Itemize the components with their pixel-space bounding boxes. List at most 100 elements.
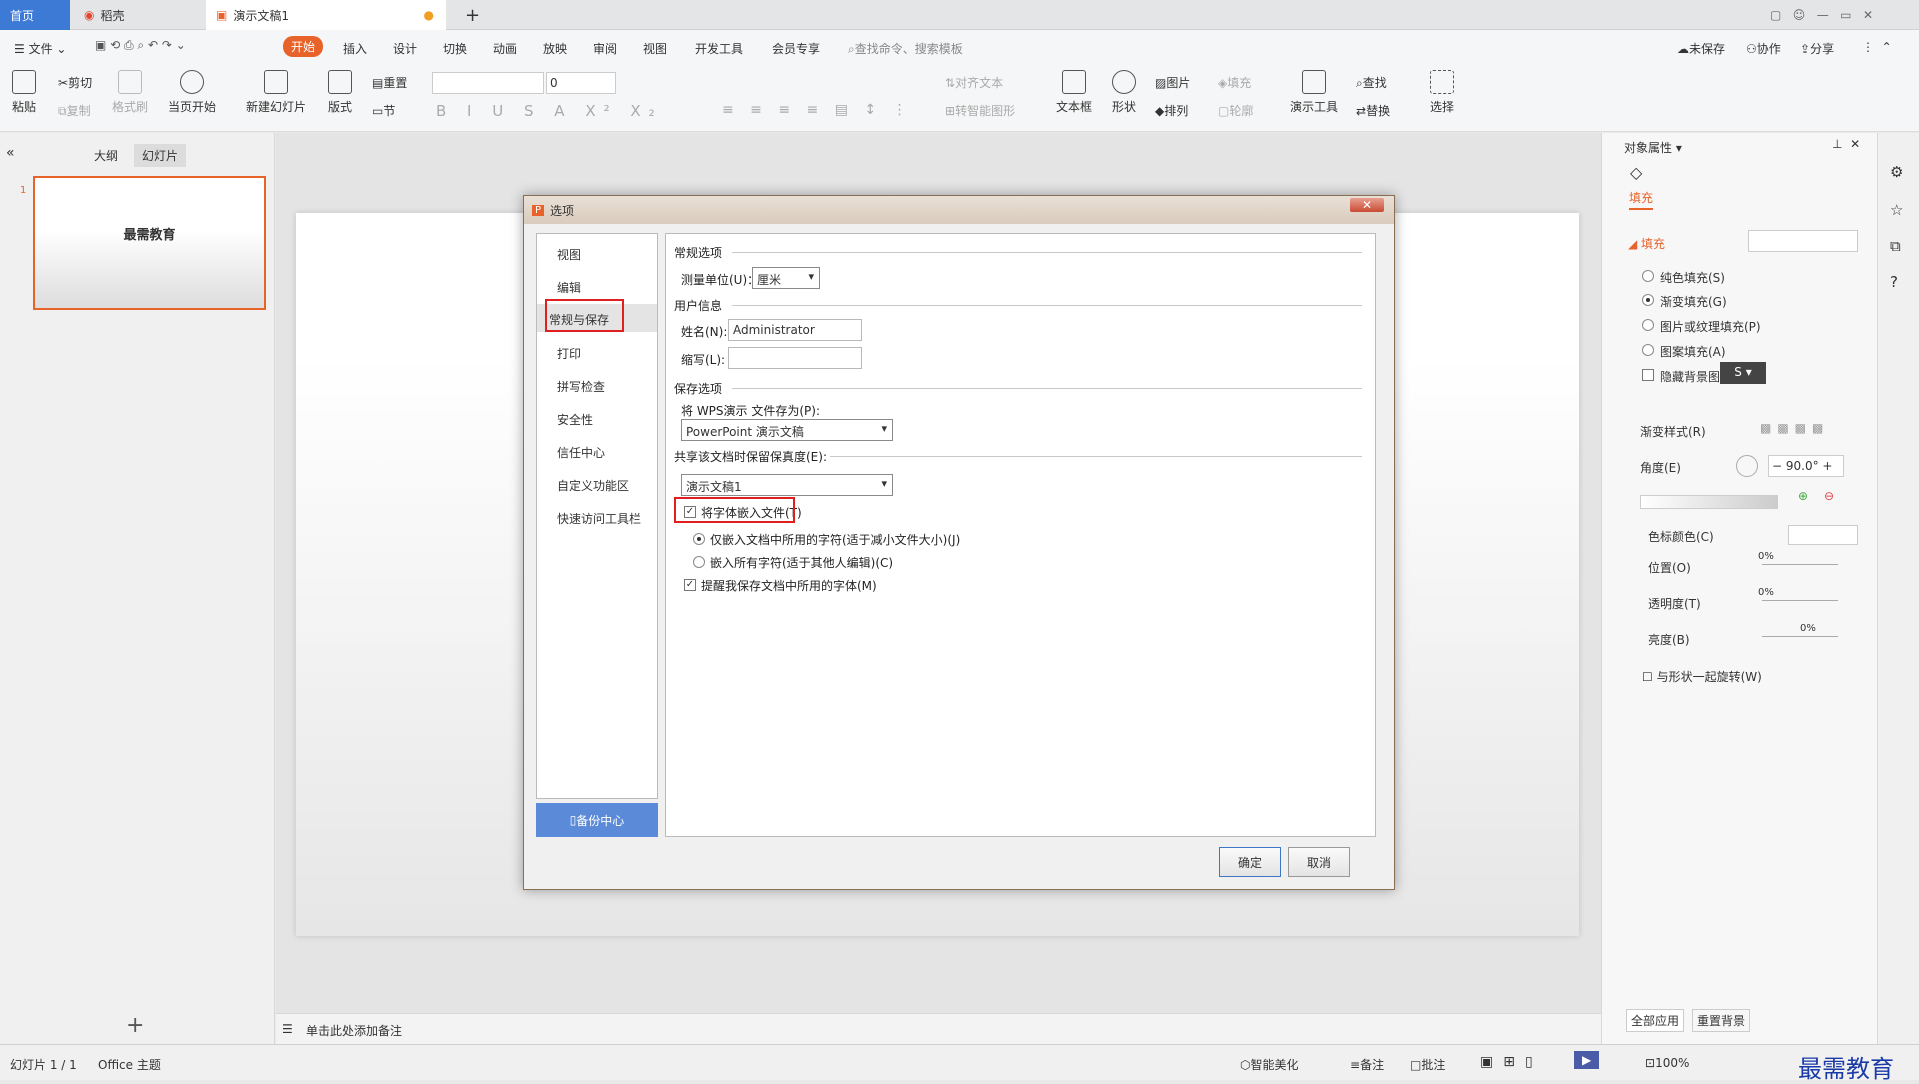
menu-tab-design[interactable]: 设计 [393, 40, 417, 57]
new-tab-button[interactable]: + [455, 0, 480, 30]
unsaved-button[interactable]: ☁未保存 [1677, 40, 1725, 57]
copy-button[interactable]: ⧉复制 [58, 102, 91, 119]
quick-access-icons[interactable]: ▣ ⟲ ⎙ ⌕ ↶ ↷ ⌄ [95, 38, 186, 53]
tab-daoke[interactable]: ◉ 稻壳 [74, 0, 202, 30]
present-tool-button[interactable]: 演示工具 [1290, 70, 1338, 115]
gradient-fill-radio[interactable] [1642, 294, 1654, 306]
ok-button[interactable]: 确定 [1219, 847, 1281, 877]
smart-art-button[interactable]: ⊞转智能图形 [945, 102, 1015, 119]
add-stop-icon[interactable]: ⊕ [1798, 489, 1808, 503]
rotate-with-shape[interactable]: ☐ 与形状一起旋转(W) [1642, 668, 1762, 685]
zoom-level[interactable]: ⊡100% [1645, 1056, 1689, 1070]
beautify-button[interactable]: ⬡智能美化 [1240, 1056, 1299, 1073]
remind-checkbox[interactable]: ✓ [684, 579, 696, 591]
help-icon[interactable]: ? [1890, 273, 1898, 291]
fidelity-select[interactable]: 演示文稿1 [681, 474, 893, 496]
pattern-fill-radio[interactable] [1642, 344, 1654, 356]
fill-section-header[interactable]: ◢ 填充 [1628, 235, 1665, 252]
add-slide-button[interactable]: + [126, 1013, 144, 1038]
text-box-button[interactable]: 文本框 [1056, 70, 1092, 115]
paragraph-icons[interactable]: ≡ ≡ ≡ ≡ ▤ ↕ ⋮ [722, 102, 913, 118]
menu-tab-review[interactable]: 审阅 [593, 40, 617, 57]
fill-tab[interactable]: 填充 [1629, 189, 1654, 210]
layout-button[interactable]: 版式 [328, 70, 352, 115]
command-search[interactable]: ⌕查找命令、搜索模板 [848, 40, 963, 57]
paste-button[interactable]: 粘贴 [12, 70, 36, 115]
outline-button[interactable]: ▢轮廓 [1218, 102, 1253, 119]
gradient-bar[interactable] [1640, 495, 1778, 509]
backup-center-button[interactable]: ▯ 备份中心 [536, 803, 658, 837]
menu-tab-animation[interactable]: 动画 [493, 40, 517, 57]
menu-tab-transition[interactable]: 切换 [443, 40, 467, 57]
menu-tab-slideshow[interactable]: 放映 [543, 40, 567, 57]
properties-icon[interactable]: ⚙ [1890, 163, 1903, 181]
embed-all-radio[interactable] [693, 556, 705, 568]
play-icon[interactable]: ▶ [1574, 1051, 1600, 1069]
font-name-select[interactable] [432, 72, 544, 94]
cut-button[interactable]: ✂剪切 [58, 74, 92, 91]
tab-document[interactable]: ▣ 演示文稿1 ● [206, 0, 446, 30]
nav-view[interactable]: 视图 [557, 246, 581, 263]
hide-bg-checkbox[interactable] [1642, 369, 1654, 381]
notes-bar[interactable]: ☰ 单击此处添加备注 [276, 1013, 1601, 1044]
tab-home[interactable]: 首页 [0, 0, 70, 30]
brightness-slider[interactable] [1762, 636, 1838, 637]
reset-bg-button[interactable]: 重置背景 [1692, 1009, 1751, 1032]
layers-icon[interactable]: ⧉ [1890, 237, 1901, 255]
font-size-select[interactable]: 0 [546, 72, 616, 94]
file-menu[interactable]: ☰ 文件 ⌄ [14, 40, 66, 57]
save-as-select[interactable]: PowerPoint 演示文稿 [681, 419, 893, 441]
comment-toggle[interactable]: □批注 [1410, 1056, 1445, 1073]
more-icon[interactable]: ⋮ ⌃ [1862, 40, 1892, 54]
close-icon[interactable]: ✕ [1349, 198, 1384, 212]
cancel-button[interactable]: 取消 [1288, 847, 1350, 877]
collab-button[interactable]: ⚇协作 [1746, 40, 1781, 57]
menu-tab-start[interactable]: 开始 [283, 36, 324, 57]
outline-tab[interactable]: 大纲 [94, 147, 118, 164]
position-slider[interactable] [1762, 564, 1838, 565]
replace-button[interactable]: ⇄替换 [1356, 102, 1390, 119]
arrange-button[interactable]: ◆排列 [1155, 102, 1188, 119]
new-slide-button[interactable]: 新建幻灯片 [246, 70, 306, 115]
menu-tab-insert[interactable]: 插入 [343, 40, 367, 57]
stop-color-select[interactable] [1788, 525, 1858, 545]
apply-all-button[interactable]: 全部应用 [1626, 1009, 1685, 1032]
gradient-style-icons[interactable]: ▩▩▩▩ [1760, 421, 1829, 435]
collapse-icon[interactable]: « [6, 145, 15, 161]
menu-tab-view[interactable]: 视图 [643, 40, 667, 57]
panel-title[interactable]: 对象属性 ▾ [1624, 139, 1682, 156]
slide-thumbnail[interactable]: 最需教育 [33, 176, 266, 310]
select-button[interactable]: 选择 [1430, 70, 1454, 115]
nav-customize-ribbon[interactable]: 自定义功能区 [557, 477, 629, 494]
align-text-button[interactable]: ⇅对齐文本 [945, 74, 1003, 91]
notes-toggle[interactable]: ≡备注 [1350, 1056, 1384, 1073]
picture-fill-radio[interactable] [1642, 319, 1654, 331]
nav-edit[interactable]: 编辑 [557, 279, 581, 296]
pin-close-icons[interactable]: ⊥ ✕ [1832, 137, 1860, 151]
window-controls[interactable]: ▢ ☺ — ▭ ✕ [1760, 0, 1873, 30]
fill-preset-select[interactable] [1748, 230, 1858, 252]
star-icon[interactable]: ☆ [1890, 201, 1903, 219]
solid-fill-radio[interactable] [1642, 270, 1654, 282]
menu-tab-member[interactable]: 会员专享 [772, 40, 820, 57]
font-style-icons[interactable]: B I U S A X² X₂ [436, 102, 663, 120]
reset-button[interactable]: ▤重置 [372, 74, 407, 91]
slides-tab[interactable]: 幻灯片 [134, 144, 187, 167]
angle-stepper[interactable]: − 90.0° + [1768, 455, 1844, 477]
share-button[interactable]: ⇪分享 [1800, 40, 1834, 57]
initials-input[interactable] [728, 347, 862, 369]
nav-spellcheck[interactable]: 拼写检查 [557, 378, 605, 395]
unit-select[interactable]: 厘米 [752, 267, 820, 289]
nav-trust-center[interactable]: 信任中心 [557, 444, 605, 461]
nav-print[interactable]: 打印 [557, 345, 581, 362]
format-painter-button[interactable]: 格式刷 [112, 70, 148, 115]
nav-quick-access[interactable]: 快速访问工具栏 [557, 510, 641, 527]
picture-button[interactable]: ▨图片 [1155, 74, 1190, 91]
nav-security[interactable]: 安全性 [557, 411, 593, 428]
fill-button[interactable]: ◈填充 [1218, 74, 1251, 91]
fill-tab-icon[interactable]: ◇ [1630, 163, 1642, 182]
from-current-button[interactable]: 当页开始 [168, 70, 216, 115]
embed-used-radio[interactable] [693, 533, 705, 545]
menu-tab-developer[interactable]: 开发工具 [695, 40, 743, 57]
section-button[interactable]: ▭节 [372, 102, 395, 119]
